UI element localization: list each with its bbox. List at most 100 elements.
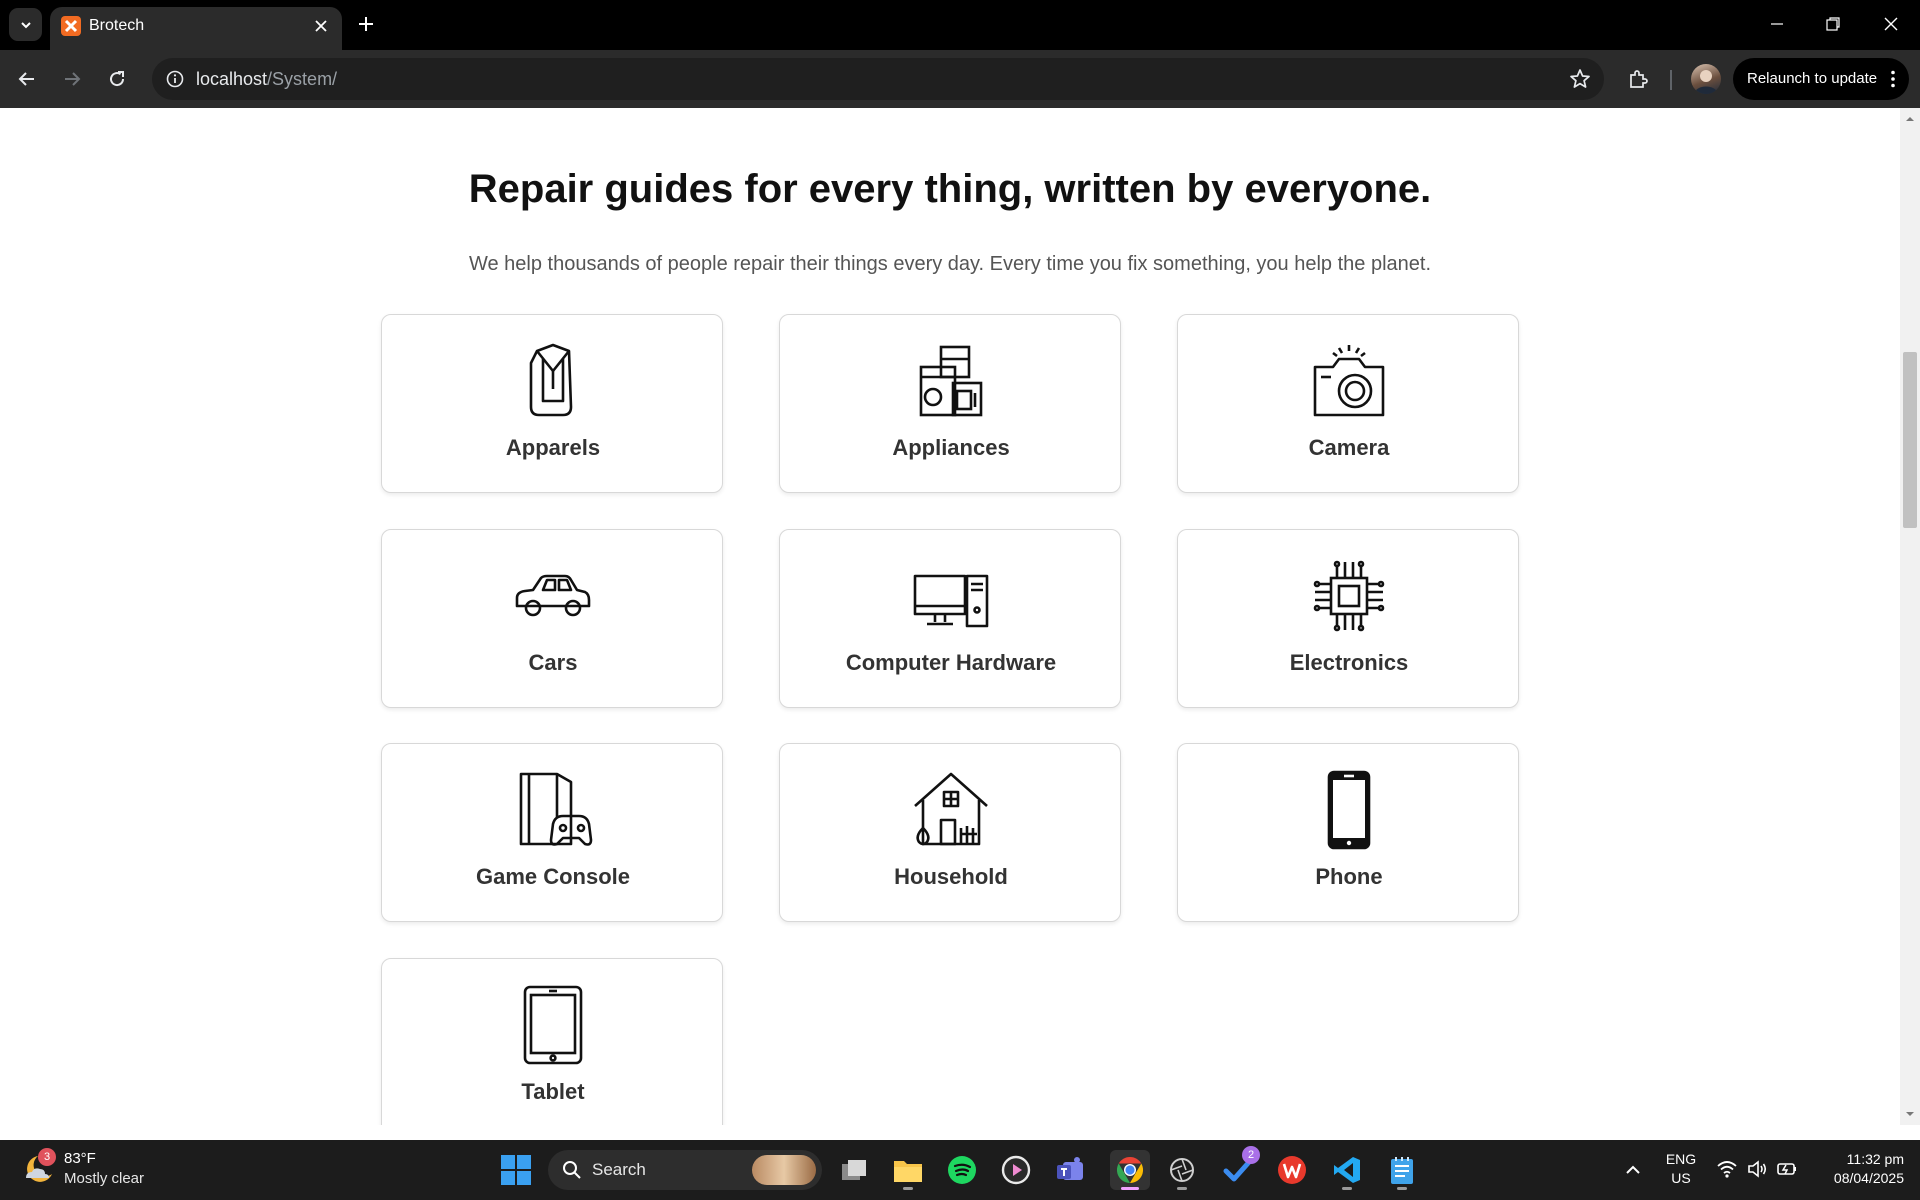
close-window-button[interactable]: [1866, 4, 1916, 44]
new-tab-button[interactable]: [352, 10, 380, 38]
taskbar-media-player[interactable]: [996, 1150, 1036, 1190]
category-card-apparels[interactable]: Apparels: [381, 314, 723, 493]
tab-search-button[interactable]: [9, 8, 42, 41]
volume-icon[interactable]: [1746, 1158, 1768, 1180]
category-card-computer-hardware[interactable]: Computer Hardware: [779, 529, 1121, 708]
back-button[interactable]: [10, 62, 44, 96]
url-text[interactable]: localhost/System/: [196, 69, 337, 89]
running-indicator: [903, 1187, 913, 1190]
category-card-electronics[interactable]: Electronics: [1177, 529, 1519, 708]
category-label: Apparels: [505, 435, 601, 460]
browser-tab[interactable]: Brotech: [50, 7, 342, 50]
task-view-icon: [842, 1160, 866, 1180]
plus-icon: [359, 17, 373, 31]
category-card-household[interactable]: Household: [779, 743, 1121, 922]
running-indicator: [1177, 1187, 1187, 1190]
taskbar-spotify[interactable]: [942, 1150, 982, 1190]
region-code: US: [1671, 1170, 1691, 1186]
phone-icon: [1327, 770, 1371, 850]
windows-start-icon[interactable]: [500, 1154, 532, 1186]
input-language[interactable]: ENG US: [1664, 1150, 1698, 1188]
system-clock[interactable]: 11:32 pm 08/04/2025: [1812, 1150, 1904, 1188]
tab-strip: Brotech: [0, 0, 1920, 50]
restore-button[interactable]: [1808, 4, 1858, 44]
aperture-icon: [1170, 1158, 1194, 1182]
arrow-right-icon: [65, 72, 81, 86]
taskbar-file-explorer[interactable]: [888, 1150, 928, 1190]
page-viewport: Repair guides for every thing, written b…: [0, 108, 1900, 1125]
address-bar[interactable]: localhost/System/: [152, 58, 1604, 100]
scroll-down-icon[interactable]: [1905, 1109, 1915, 1119]
arrow-left-icon: [18, 72, 34, 86]
xampp-favicon-icon: [61, 16, 81, 36]
taskbar-notepad[interactable]: [1382, 1150, 1422, 1190]
minimize-button[interactable]: [1752, 4, 1802, 44]
spotify-icon: [948, 1156, 976, 1184]
todo-badge: 2: [1242, 1146, 1260, 1164]
forward-button[interactable]: [55, 62, 89, 96]
search-highlight-image: [752, 1155, 816, 1185]
language-code: ENG: [1665, 1151, 1697, 1167]
page-scrollbar[interactable]: [1900, 108, 1920, 1125]
taskbar-app-recorder[interactable]: [1162, 1150, 1202, 1190]
chrome-icon: [1116, 1156, 1144, 1184]
weather-description: Mostly clear: [64, 1170, 145, 1187]
taskbar-vscode[interactable]: [1327, 1150, 1367, 1190]
category-label: Household: [894, 864, 1008, 889]
tab-close-icon[interactable]: [310, 15, 332, 37]
teams-icon: [1057, 1157, 1083, 1180]
category-label: Computer Hardware: [845, 650, 1057, 675]
weather-widget[interactable]: 3 83°F Mostly clear: [22, 1148, 182, 1192]
category-label: Appliances: [892, 435, 1010, 460]
category-card-game-console[interactable]: Game Console: [381, 743, 723, 922]
profile-avatar[interactable]: [1691, 64, 1721, 94]
category-card-tablet[interactable]: Tablet: [381, 958, 723, 1125]
house-icon: [914, 772, 988, 846]
relaunch-update-button[interactable]: Relaunch to update: [1733, 58, 1909, 100]
windows-taskbar: 3 83°F Mostly clear Search 2 ENG US 11:3…: [0, 1140, 1920, 1200]
taskbar-todo[interactable]: 2: [1218, 1146, 1260, 1190]
restore-icon: [1826, 17, 1840, 31]
folder-icon: [894, 1161, 922, 1182]
battery-charging-icon[interactable]: [1776, 1158, 1798, 1180]
taskbar-task-view[interactable]: [834, 1150, 874, 1190]
wps-office-icon: [1278, 1156, 1306, 1184]
search-icon: [563, 1161, 581, 1179]
category-card-camera[interactable]: Camera: [1177, 314, 1519, 493]
chevron-up-icon[interactable]: [1621, 1158, 1645, 1182]
category-card-appliances[interactable]: Appliances: [779, 314, 1121, 493]
wifi-icon[interactable]: [1716, 1158, 1738, 1180]
taskbar-search[interactable]: Search: [548, 1150, 822, 1190]
tab-title: Brotech: [89, 17, 145, 34]
play-circle-icon: [1001, 1155, 1031, 1185]
category-card-cars[interactable]: Cars: [381, 529, 723, 708]
search-label: Search: [592, 1160, 646, 1179]
toolbar-divider: [1670, 70, 1672, 90]
tablet-icon: [523, 985, 583, 1065]
scroll-up-icon[interactable]: [1905, 114, 1915, 124]
taskbar-teams[interactable]: [1050, 1150, 1090, 1190]
kebab-menu-icon: [1891, 70, 1895, 88]
taskbar-chrome[interactable]: [1110, 1150, 1150, 1190]
vscode-icon: [1334, 1157, 1360, 1183]
page-title: Repair guides for every thing, written b…: [468, 167, 1432, 211]
taskbar-wps-office[interactable]: [1272, 1150, 1312, 1190]
weather-badge: 3: [38, 1148, 56, 1166]
desktop-computer-icon: [913, 574, 989, 628]
category-label: Tablet: [521, 1079, 585, 1104]
game-console-icon: [519, 772, 593, 846]
puzzle-icon: [1630, 70, 1648, 88]
bookmark-star-icon[interactable]: [1568, 67, 1592, 91]
active-indicator: [1121, 1187, 1139, 1190]
appliances-icon: [919, 345, 983, 417]
category-label: Phone: [1315, 864, 1383, 889]
extensions-button[interactable]: [1621, 62, 1655, 96]
category-label: Electronics: [1289, 650, 1409, 675]
scrollbar-thumb[interactable]: [1903, 352, 1917, 528]
site-info-icon[interactable]: [162, 66, 188, 92]
notepad-icon: [1391, 1157, 1413, 1184]
running-indicator: [1342, 1187, 1352, 1190]
chip-icon: [1313, 560, 1385, 632]
reload-button[interactable]: [100, 62, 134, 96]
category-card-phone[interactable]: Phone: [1177, 743, 1519, 922]
